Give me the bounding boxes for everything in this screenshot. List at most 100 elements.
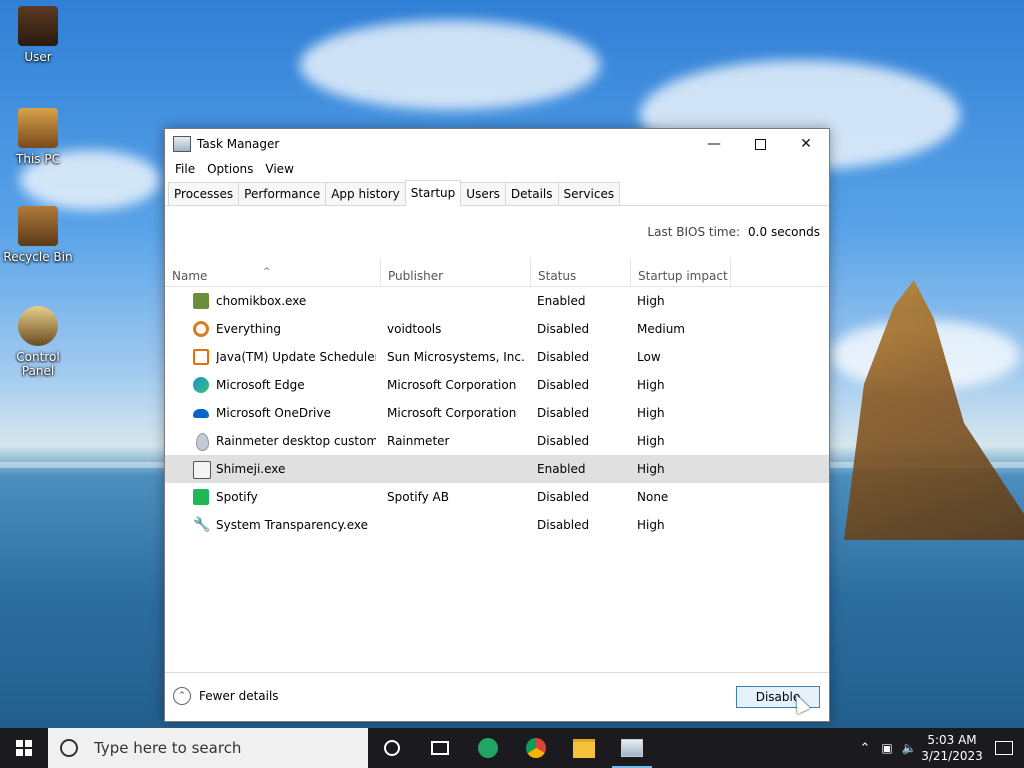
row-name: Shimeji.exe <box>216 462 286 476</box>
control-panel-icon <box>18 306 58 346</box>
minimize-icon: — <box>707 136 721 152</box>
tab-services[interactable]: Services <box>557 182 621 205</box>
row-status: Disabled <box>537 518 590 532</box>
tab-details[interactable]: Details <box>504 182 559 205</box>
close-icon: ✕ <box>800 136 812 152</box>
task-view-button[interactable] <box>416 728 464 768</box>
menu-bar: File Options View <box>165 159 829 179</box>
network-icon[interactable]: ▣ <box>876 741 898 755</box>
table-header: ^ Name Publisher Status Startup impact <box>165 258 829 287</box>
shimeji-icon <box>193 461 211 479</box>
task-manager-icon <box>621 739 643 757</box>
tab-startup[interactable]: Startup <box>404 180 462 206</box>
desktop-icon-this-pc[interactable]: This PC <box>0 108 76 166</box>
table-row[interactable]: Everything voidtools Disabled Medium <box>165 315 829 343</box>
taskbar-app-task-manager[interactable] <box>608 728 656 768</box>
row-name: Spotify <box>216 490 258 504</box>
desktop-icon-user[interactable]: User <box>0 6 76 64</box>
system-tray: ⌃ ▣ 🔈 5:03 AM 3/21/2023 <box>854 728 1024 768</box>
row-impact: High <box>637 518 665 532</box>
computer-icon <box>18 108 58 148</box>
menu-file[interactable]: File <box>169 159 201 179</box>
column-header-status[interactable]: Status <box>531 258 631 286</box>
menu-options[interactable]: Options <box>201 159 259 179</box>
table-row[interactable]: Java(TM) Update Scheduler Sun Microsyste… <box>165 343 829 371</box>
row-impact: High <box>637 294 665 308</box>
desktop-icon-label: Control Panel <box>16 350 60 378</box>
column-header-name[interactable]: ^ Name <box>165 258 381 286</box>
row-publisher <box>387 455 527 483</box>
row-publisher: voidtools <box>387 322 442 336</box>
search-icon <box>60 739 78 757</box>
cortana-circle-icon <box>384 740 400 756</box>
chrome-icon <box>526 738 546 758</box>
user-folder-icon <box>18 6 58 46</box>
taskbar-app-chrome[interactable] <box>512 728 560 768</box>
column-header-startup-impact[interactable]: Startup impact <box>631 258 731 286</box>
row-name: Rainmeter desktop customi... <box>216 434 376 448</box>
taskbar-app-file-explorer[interactable] <box>560 728 608 768</box>
chevron-up-icon[interactable]: ⌃ <box>854 741 876 756</box>
desktop-icon-label: Recycle Bin <box>3 250 73 264</box>
row-status: Disabled <box>537 406 590 420</box>
chevron-up-icon: ⌃ <box>173 687 191 705</box>
column-header-label: Startup impact <box>638 269 728 283</box>
desktop-icon-control-panel[interactable]: Control Panel <box>0 306 76 378</box>
windows-logo-icon <box>16 740 32 756</box>
row-name: Microsoft OneDrive <box>216 406 331 420</box>
cortana-button[interactable] <box>368 728 416 768</box>
table-row[interactable]: Rainmeter desktop customi... Rainmeter D… <box>165 427 829 455</box>
close-button[interactable]: ✕ <box>783 129 829 159</box>
row-status: Enabled <box>537 294 586 308</box>
row-publisher: Spotify AB <box>387 490 449 504</box>
clock[interactable]: 5:03 AM 3/21/2023 <box>920 732 984 764</box>
taskbar-search-box[interactable]: Type here to search <box>48 728 368 768</box>
column-header-publisher[interactable]: Publisher <box>381 258 531 286</box>
title-bar[interactable]: Task Manager — ✕ <box>165 129 829 159</box>
table-row[interactable]: Microsoft Edge Microsoft Corporation Dis… <box>165 371 829 399</box>
desktop-icon-recycle-bin[interactable]: Recycle Bin <box>0 206 76 264</box>
sheets-icon <box>478 738 498 758</box>
minimize-button[interactable]: — <box>691 129 737 159</box>
bios-time: Last BIOS time: 0.0 seconds <box>165 206 829 258</box>
row-publisher: Rainmeter <box>387 434 450 448</box>
taskbar: Type here to search ⌃ ▣ 🔈 5:03 AM 3/21/2… <box>0 728 1024 768</box>
table-row[interactable]: chomikbox.exe Enabled High <box>165 287 829 315</box>
fewer-details-link[interactable]: ⌃ Fewer details <box>173 687 279 705</box>
row-impact: High <box>637 462 665 476</box>
spotify-icon <box>193 489 209 505</box>
notification-center-button[interactable] <box>984 728 1024 768</box>
tab-performance[interactable]: Performance <box>238 182 327 205</box>
column-header-label: Status <box>538 269 577 283</box>
bios-time-label: Last BIOS time: <box>647 225 741 239</box>
table-row[interactable]: Shimeji.exe Enabled High <box>165 455 829 483</box>
task-manager-icon <box>173 136 191 152</box>
clock-date: 3/21/2023 <box>921 749 983 763</box>
task-manager-window: Task Manager — ✕ File Options View Proce… <box>164 128 830 722</box>
maximize-button[interactable] <box>737 129 783 159</box>
row-name: Microsoft Edge <box>216 378 305 392</box>
clock-time: 5:03 AM <box>927 733 977 747</box>
notification-icon <box>995 741 1013 755</box>
bios-time-value: 0.0 seconds <box>748 225 820 239</box>
tab-app-history[interactable]: App history <box>325 182 406 205</box>
table-row[interactable]: Microsoft OneDrive Microsoft Corporation… <box>165 399 829 427</box>
desktop-icon-label: User <box>24 50 52 64</box>
taskbar-app-sheets[interactable] <box>464 728 512 768</box>
chomikbox-icon <box>193 293 209 309</box>
sort-up-icon: ^ <box>263 267 271 277</box>
onedrive-icon <box>193 409 209 418</box>
row-impact: High <box>637 406 665 420</box>
table-row[interactable]: 🔧 System Transparency.exe Disabled High <box>165 511 829 539</box>
volume-muted-icon[interactable]: 🔈 <box>898 741 920 755</box>
menu-view[interactable]: View <box>259 159 299 179</box>
tab-users[interactable]: Users <box>460 182 506 205</box>
row-publisher <box>387 287 527 315</box>
tab-bar: Processes Performance App history Startu… <box>165 179 829 206</box>
row-status: Disabled <box>537 434 590 448</box>
tab-processes[interactable]: Processes <box>168 182 240 205</box>
task-view-icon <box>431 741 449 755</box>
table-row[interactable]: Spotify Spotify AB Disabled None <box>165 483 829 511</box>
recycle-bin-icon <box>18 206 58 246</box>
start-button[interactable] <box>0 728 48 768</box>
